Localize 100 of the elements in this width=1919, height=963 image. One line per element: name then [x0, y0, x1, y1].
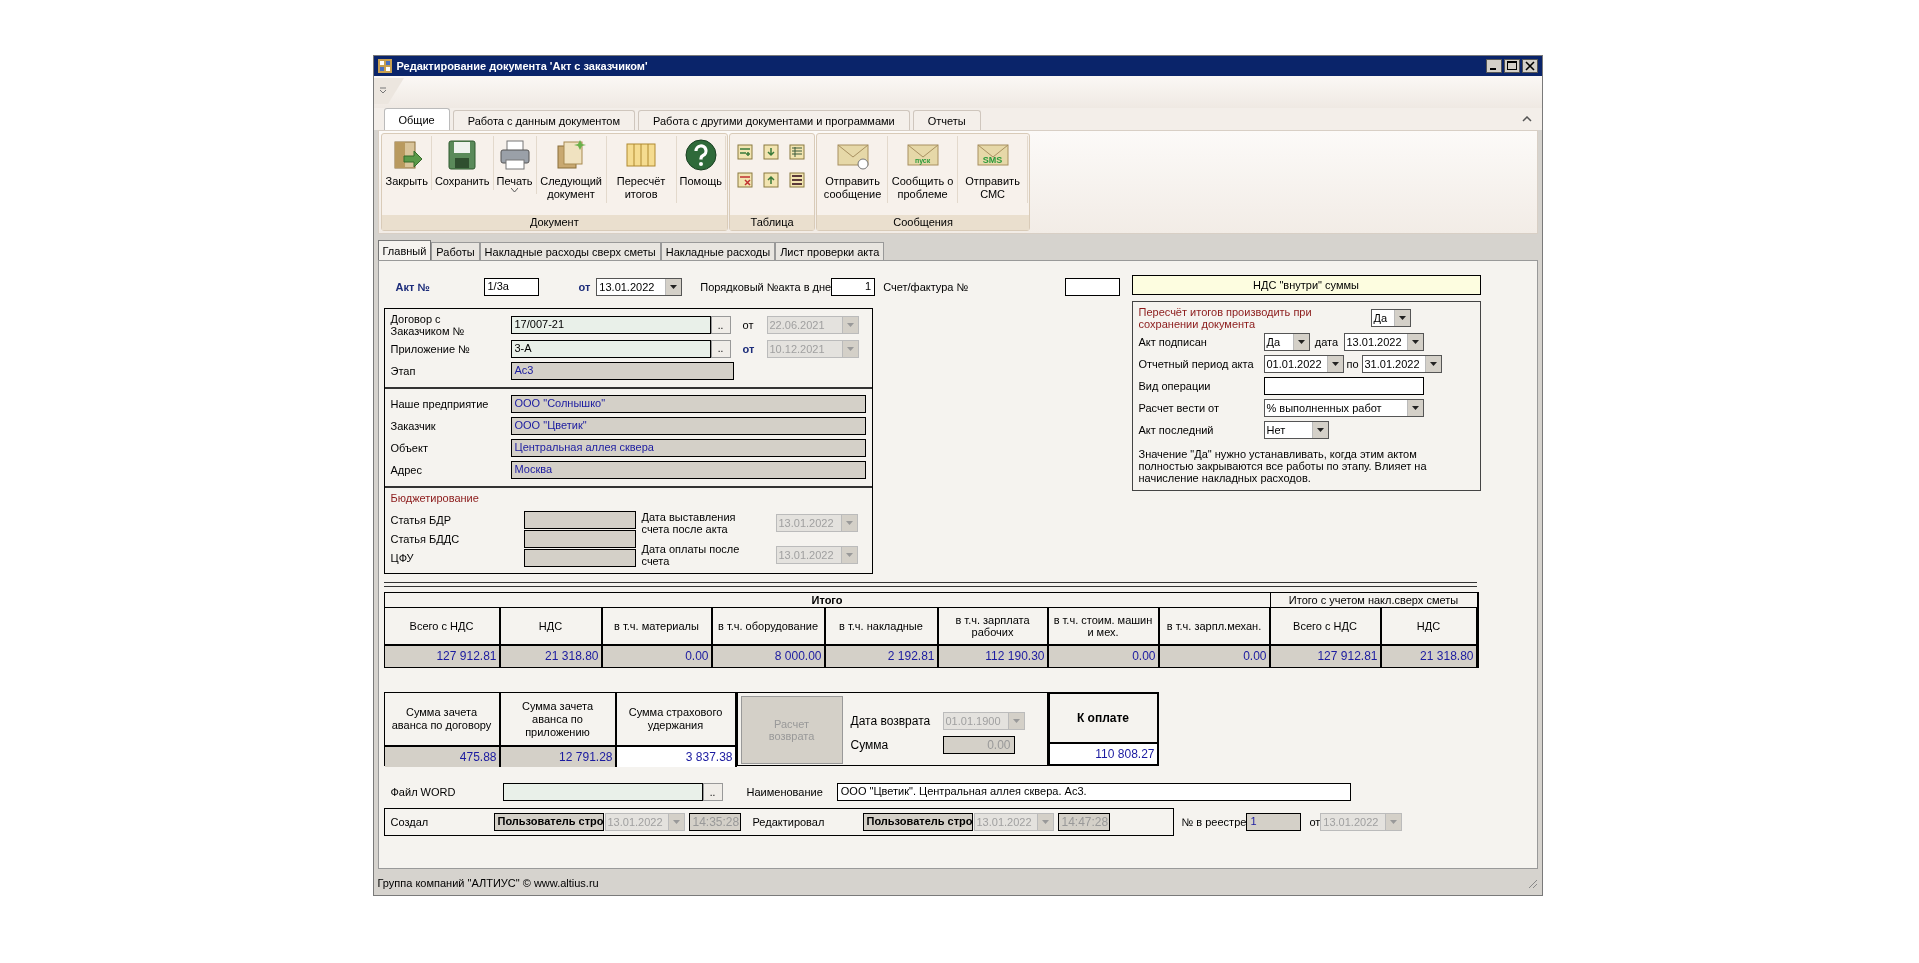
field-label: Наше предприятие — [390, 397, 490, 410]
caret-icon — [1331, 362, 1339, 366]
field-label: Редактировал — [752, 816, 826, 828]
table-tool-button[interactable] — [787, 142, 808, 162]
field-label: Статья БДР — [390, 514, 453, 526]
lookup-field[interactable]: 3-А — [510, 339, 711, 358]
column-group-header: Итого с учетом накл.сверх сметы — [1270, 593, 1478, 608]
ribbon-tab[interactable]: Отчеты — [912, 110, 981, 130]
field-label: № в реестре — [1181, 816, 1247, 828]
table-cell: 8 000.00 — [712, 646, 826, 667]
minimize-icon[interactable] — [1485, 59, 1502, 73]
option-label: Отчетный период акта — [1138, 358, 1255, 370]
tab[interactable]: Накладные расходы — [660, 242, 776, 260]
field-label: от — [742, 342, 756, 355]
dropdown[interactable]: Да — [1263, 333, 1310, 351]
field-label: Заказчик — [390, 419, 437, 432]
option-label: Вид операции — [1138, 380, 1212, 392]
option-label: Акт последний — [1138, 424, 1215, 436]
collapse-ribbon-icon[interactable] — [1521, 116, 1532, 122]
browse-button[interactable]: .. — [710, 316, 731, 334]
ribbon-button[interactable]: Помощь — [676, 136, 727, 190]
field-label: Акт № — [395, 281, 431, 293]
lookup-field[interactable]: 17/007-21 — [510, 316, 711, 334]
ribbon-button[interactable]: Печать — [493, 136, 537, 194]
file-field[interactable] — [502, 783, 703, 801]
option-label: по — [1345, 358, 1360, 370]
invoice-field[interactable] — [1064, 278, 1120, 296]
table-cell: 0.00 — [1048, 646, 1160, 667]
sequence-field[interactable]: 1 — [831, 278, 876, 296]
browse-button[interactable]: .. — [702, 783, 723, 801]
caret-icon — [672, 820, 680, 824]
ribbon-tab[interactable]: Работа с другими документами и программами — [638, 110, 910, 130]
date-picker[interactable]: 01.01.2022 — [1263, 355, 1344, 373]
operation-field[interactable] — [1263, 377, 1424, 395]
dropdown[interactable]: Нет — [1263, 421, 1329, 439]
date-picker[interactable]: 13.01.2022 — [596, 278, 683, 296]
ribbon-button[interactable]: Закрыть — [382, 136, 432, 190]
date-picker[interactable]: 13.01.2022 — [1343, 333, 1424, 351]
section-title: Бюджетирование — [390, 492, 480, 504]
field-label: Порядковый №акта в дне — [700, 281, 832, 293]
group-label: Сообщения — [817, 215, 1030, 230]
readonly-field: Центральная аллея сквера — [510, 438, 866, 457]
time-field: 14:47:28 — [1057, 813, 1110, 831]
table-cell: 21 318.80 — [500, 646, 603, 667]
user-field: Пользователь стро — [862, 813, 973, 831]
quick-access-menu-icon[interactable] — [373, 78, 404, 104]
amount-field[interactable]: 3 837.38 — [616, 747, 737, 767]
ribbon-button[interactable]: SMS Отправить СМС — [958, 136, 1029, 203]
caret-icon — [1297, 340, 1305, 344]
field-label: Договор с Заказчиком № — [390, 313, 466, 337]
close-icon[interactable] — [1521, 59, 1538, 73]
table-cell: 12 791.28 — [500, 747, 617, 767]
option-label: Расчет вести от — [1138, 402, 1221, 414]
caret-icon — [846, 323, 854, 327]
sum-field: 0.00 — [942, 736, 1015, 754]
table-delete-icon — [737, 172, 754, 188]
ribbon-tab[interactable]: Работа с данным документом — [452, 110, 635, 130]
group-label: Документ — [381, 215, 728, 230]
caret-icon — [845, 553, 853, 557]
browse-button[interactable]: .. — [710, 339, 731, 358]
table-cell: 475.88 — [384, 747, 501, 767]
field-label: Статья БДДС — [390, 533, 461, 545]
table-tool-button[interactable] — [787, 170, 808, 190]
table-icon — [789, 144, 806, 160]
table-cell: 2 192.81 — [825, 646, 939, 667]
ribbon-button[interactable]: Сохранить — [431, 136, 494, 190]
name-field[interactable]: ООО "Цветик". Центральная аллея сквера. Ас3. — [836, 783, 1351, 801]
ribbon-button[interactable]: Отправить сообщение — [818, 136, 889, 203]
option-label: дата — [1313, 336, 1340, 348]
ribbon-tab[interactable]: Общие — [383, 108, 450, 130]
field-label: Файл WORD — [390, 786, 457, 798]
total-amount: 110 808.27 — [1049, 744, 1157, 764]
tab[interactable]: Работы — [431, 242, 480, 260]
app-icon — [377, 59, 392, 73]
readonly-field: Москва — [510, 460, 866, 479]
field-label: от — [578, 281, 591, 293]
tab[interactable]: Лист проверки акта — [775, 242, 885, 260]
time-field: 14:35:28 — [688, 813, 741, 831]
date-picker[interactable]: 31.01.2022 — [1361, 355, 1442, 373]
hint-text: Значение "Да" нужно устанавливать, когда этим актом полностью закрываются все работы по этапу. Влияет на начисление накладных расходов. — [1138, 448, 1428, 484]
caret-icon — [670, 285, 678, 289]
ribbon-button[interactable]: Следующий документ — [536, 136, 607, 203]
table-tool-button[interactable] — [735, 170, 756, 190]
maximize-icon[interactable] — [1503, 59, 1520, 73]
badge-text: SMS — [982, 154, 1003, 167]
tab[interactable]: Накладные расходы сверх сметы — [479, 242, 661, 260]
act-number-field[interactable]: 1/3а — [483, 278, 539, 296]
field-label: Сумма — [850, 738, 890, 752]
caret-icon — [845, 521, 853, 525]
field-label: Дата выставления счета после акта — [641, 511, 737, 535]
ribbon-button[interactable]: Пересчёт итогов — [606, 136, 677, 203]
arrow-down-icon — [763, 144, 780, 160]
caret-icon — [846, 346, 854, 351]
dropdown[interactable]: % выполненных работ — [1263, 399, 1424, 417]
field-label: Наименование — [746, 786, 823, 798]
tab[interactable]: Главный — [377, 240, 432, 260]
group-label: Таблица — [730, 215, 815, 230]
dropdown[interactable]: Да — [1370, 309, 1411, 327]
caret-icon — [1316, 428, 1324, 432]
field-label: Адрес — [390, 463, 423, 476]
